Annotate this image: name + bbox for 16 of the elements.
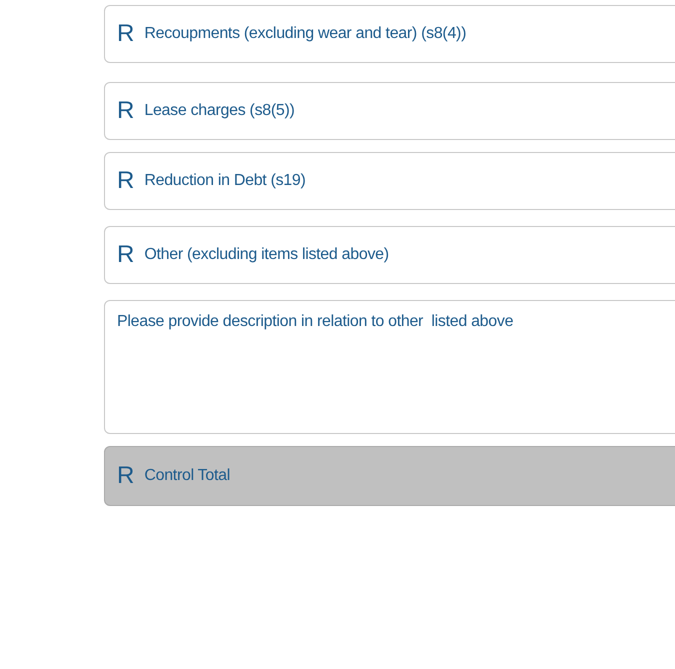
input-field[interactable]: R Recoupments (excluding wear and tear) (s8(4)) — [104, 5, 675, 63]
field-label: Lease charges (s8(5)) — [144, 102, 295, 120]
field-label: Other (excluding items listed above) — [144, 246, 389, 264]
input-field[interactable]: R Lease charges (s8(5)) — [104, 82, 675, 140]
required-marker: R — [117, 169, 134, 193]
input-field[interactable]: R Other (excluding items listed above) — [104, 226, 675, 284]
field-label: Reduction in Debt (s19) — [144, 172, 306, 190]
description-field[interactable]: Please provide description in relation to other listed above — [104, 300, 675, 434]
required-marker: R — [117, 464, 134, 488]
total-field[interactable]: R Control Total — [104, 446, 675, 506]
required-marker: R — [117, 243, 134, 267]
required-marker: R — [117, 99, 134, 123]
field-label: Control Total — [144, 467, 230, 485]
required-marker: R — [117, 22, 134, 46]
input-field[interactable]: R Reduction in Debt (s19) — [104, 152, 675, 210]
field-label: Recoupments (excluding wear and tear) (s8(4)) — [144, 25, 466, 43]
